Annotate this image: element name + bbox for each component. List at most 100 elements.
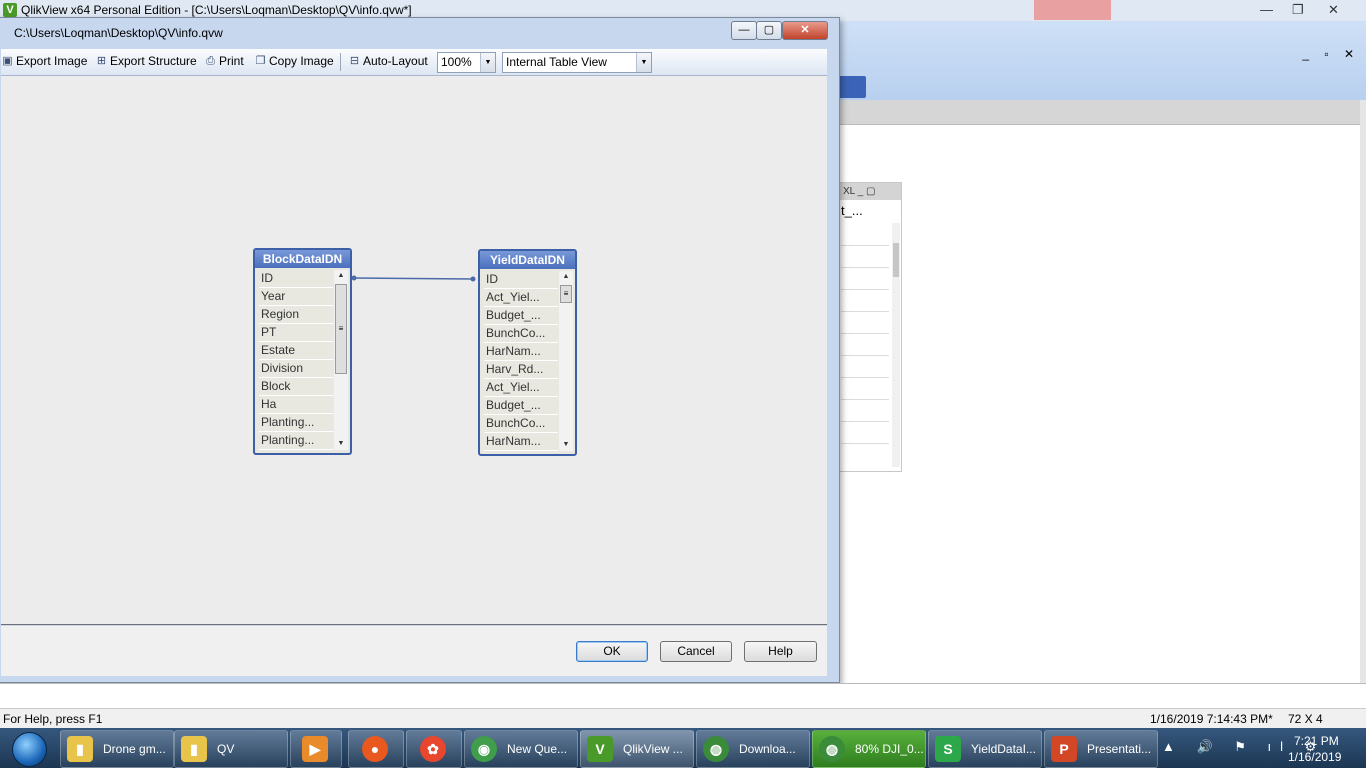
sheet-object-row [841, 289, 889, 290]
copy-image-button[interactable]: ❐ Copy Image [254, 54, 334, 68]
chevron-down-icon[interactable]: ▼ [480, 53, 495, 72]
sheet-object-row [841, 443, 889, 444]
table-box-blockdataidn[interactable]: BlockDataIDN ID Year Region PT Estate Di… [253, 248, 352, 455]
mdi-window-buttons[interactable]: _ ▫ ✕ [1302, 47, 1360, 61]
cancel-button[interactable]: Cancel [660, 641, 732, 662]
table-field[interactable]: Harv_Rd... [484, 361, 558, 379]
clock-date[interactable]: 1/16/2019 [1288, 750, 1341, 764]
scrollbar-thumb[interactable]: ≡ [560, 285, 572, 303]
table-field[interactable]: ID [259, 270, 333, 288]
status-bar: For Help, press F1 1/16/2019 7:14:43 PM*… [0, 708, 1366, 729]
table-field[interactable]: Act_Yiel... [484, 379, 558, 397]
scroll-up-icon[interactable]: ▲ [334, 270, 348, 282]
app-horizontal-scrollbar[interactable] [0, 683, 1366, 708]
table-name: YieldDataIDN [480, 251, 575, 269]
zoom-select[interactable]: 100% ▼ [437, 52, 496, 73]
dialog-close-button[interactable]: ✕ [782, 21, 828, 40]
app-restore-button[interactable]: ❐ [1292, 2, 1304, 18]
scroll-down-icon[interactable]: ▼ [334, 438, 348, 450]
spreadsheet-icon: S [935, 736, 961, 762]
sheet-list-object[interactable]: XL _ ▢ t_... [834, 182, 902, 472]
table-field[interactable]: Budget_... [484, 307, 558, 325]
status-timestamp: 1/16/2019 7:14:43 PM* [1150, 712, 1273, 726]
table-field[interactable]: Estate [259, 342, 333, 360]
table-field-scrollbar[interactable]: ▲ ≡ ▼ [334, 270, 348, 450]
table-field[interactable]: ID [484, 271, 558, 289]
status-help-text: For Help, press F1 [3, 712, 103, 726]
download-manager-icon: ◍ [703, 736, 729, 762]
taskbar-item[interactable]: ◉ New Que... [464, 730, 578, 768]
ok-button[interactable]: OK [576, 641, 648, 662]
auto-layout-button[interactable]: ⊟ Auto-Layout [348, 54, 428, 68]
clock-time[interactable]: 7:21 PM [1294, 734, 1339, 748]
printer-icon: ⎙ [206, 55, 215, 67]
table-name: BlockDataIDN [255, 250, 350, 268]
table-field[interactable]: Budget_... [484, 397, 558, 415]
dialog-footer: OK Cancel Help [1, 626, 827, 676]
sheet-object-row [841, 311, 889, 312]
taskbar-item[interactable]: P Presentati... [1044, 730, 1158, 768]
table-field[interactable]: Planting... [259, 432, 333, 450]
taskbar-item[interactable]: ◍ Downloa... [696, 730, 810, 768]
table-field[interactable]: HarNam... [484, 433, 558, 451]
taskbar-item[interactable]: ✿ [406, 730, 462, 768]
sheet-object-scrollbar[interactable] [892, 223, 900, 467]
export-structure-button[interactable]: ⊞ Export Structure [95, 54, 197, 68]
export-image-button[interactable]: ▣ Export Image [1, 54, 87, 68]
table-field[interactable]: Year [259, 288, 333, 306]
table-box-yielddataidn[interactable]: YieldDataIDN ID Act_Yiel... Budget_... B… [478, 249, 577, 456]
association-line [353, 277, 474, 280]
taskbar-item[interactable]: ▮ QV [174, 730, 288, 768]
chevron-down-icon[interactable]: ▼ [636, 53, 651, 72]
taskbar-item[interactable]: ● [348, 730, 404, 768]
scrollbar-thumb[interactable]: ≡ [335, 284, 347, 374]
windows-logo-icon [12, 732, 47, 767]
auto-layout-icon: ⊟ [349, 55, 360, 67]
association-lines [351, 275, 476, 282]
start-button[interactable] [4, 730, 54, 767]
table-field[interactable]: Act_Yiel... [484, 289, 558, 307]
table-field[interactable]: HarNam... [484, 343, 558, 361]
scroll-down-icon[interactable]: ▼ [559, 439, 573, 451]
dialog-maximize-button[interactable]: ▢ [756, 21, 782, 40]
table-field[interactable]: Planting... [259, 414, 333, 432]
dialog-toolbar: ▣ Export Image ⊞ Export Structure ⎙ Prin… [1, 49, 827, 76]
print-button[interactable]: ⎙ Print [204, 54, 244, 68]
pdf-reader-icon: ✿ [420, 736, 446, 762]
taskbar-item[interactable]: ▮ Drone gm... [60, 730, 174, 768]
table-field[interactable]: BunchCo... [484, 415, 558, 433]
qlikview-logo-icon: V [3, 3, 17, 17]
table-structure-canvas[interactable]: BlockDataIDN ID Year Region PT Estate Di… [1, 76, 827, 625]
dialog-minimize-button[interactable]: — [731, 21, 757, 40]
table-field[interactable]: Ha [259, 396, 333, 414]
help-button[interactable]: Help [744, 641, 817, 662]
table-field[interactable]: Region [259, 306, 333, 324]
table-field[interactable]: Block [259, 378, 333, 396]
table-field[interactable]: BunchCo... [484, 325, 558, 343]
sheet-object-caption[interactable]: XL _ ▢ [835, 183, 901, 200]
table-field[interactable]: PT [259, 324, 333, 342]
table-field[interactable]: Division [259, 360, 333, 378]
scroll-up-icon[interactable]: ▲ [559, 271, 573, 283]
sheet-object-row [841, 267, 889, 268]
status-dimensions: 72 X 4 [1288, 712, 1323, 726]
sheet-object-row [841, 421, 889, 422]
app-signin-button[interactable] [1034, 0, 1111, 20]
taskbar-item[interactable]: S YieldDataI... [928, 730, 1042, 768]
table-viewer-dialog: C:\Users\Loqman\Desktop\QV\info.qvw — ▢ … [0, 17, 840, 683]
toolbar-dropdown-icon[interactable] [838, 76, 866, 98]
app-close-button[interactable]: ✕ [1328, 2, 1339, 18]
taskbar-item[interactable]: V QlikView ... [580, 730, 694, 768]
sheet-object-row [841, 377, 889, 378]
association-endpoint [470, 276, 476, 282]
folder-icon: ▮ [181, 736, 207, 762]
dialog-title: C:\Users\Loqman\Desktop\QV\info.qvw [14, 26, 223, 40]
view-select[interactable]: Internal Table View ▼ [502, 52, 652, 73]
powerpoint-icon: P [1051, 736, 1077, 762]
app-vertical-scrollbar[interactable] [1360, 100, 1366, 706]
app-minimize-button[interactable]: — [1260, 2, 1273, 17]
taskbar-item[interactable]: ◍ 80% DJI_0... [812, 730, 926, 768]
table-field-scrollbar[interactable]: ▲ ≡ ▼ [559, 271, 573, 451]
app-window-buttons: — ❐ ✕ [1256, 0, 1366, 20]
taskbar-item[interactable]: ▶ [290, 730, 342, 768]
